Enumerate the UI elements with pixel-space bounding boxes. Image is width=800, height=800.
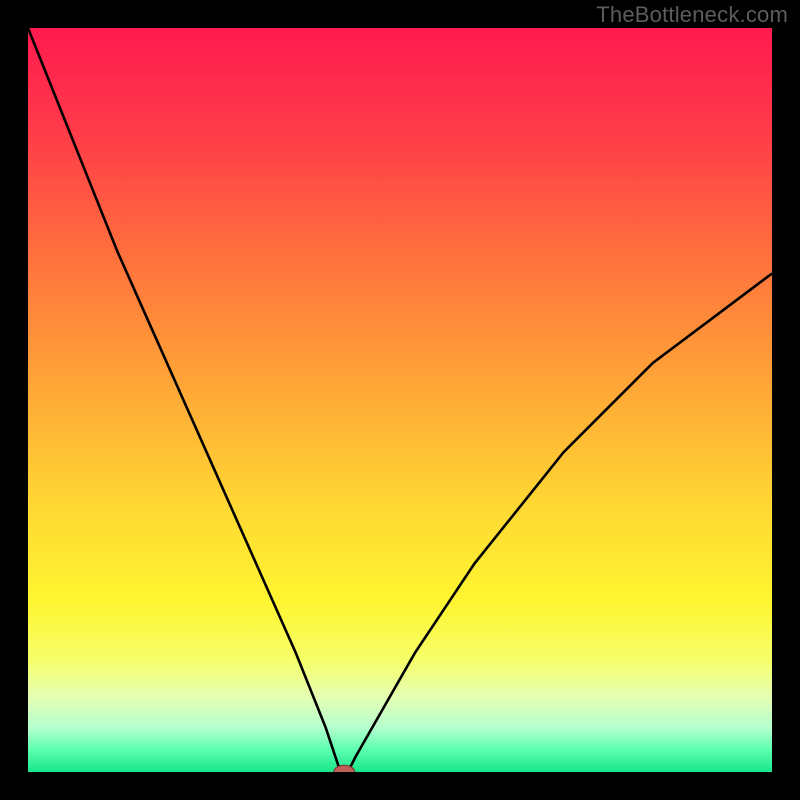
gradient-background: [28, 28, 772, 772]
chart-frame: TheBottleneck.com: [0, 0, 800, 800]
watermark-label: TheBottleneck.com: [596, 2, 788, 28]
bottleneck-chart: [28, 28, 772, 772]
plot-area: [28, 28, 772, 772]
